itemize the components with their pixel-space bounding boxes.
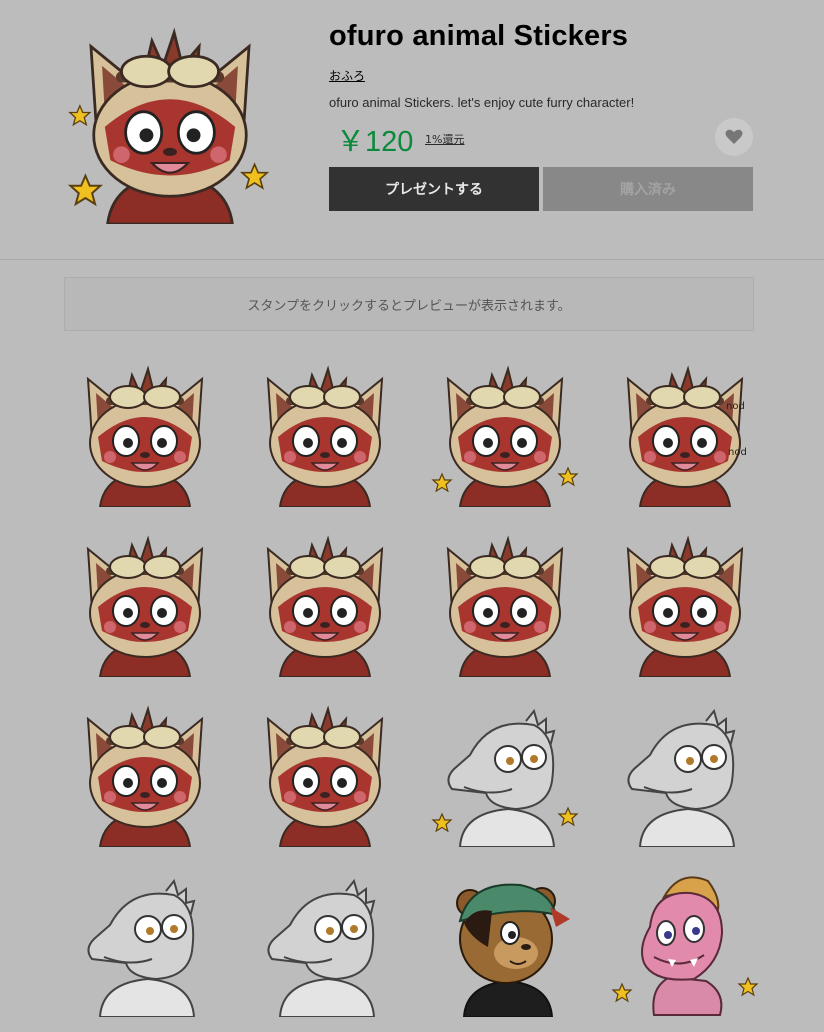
purchased-button: 購入済み bbox=[543, 167, 753, 211]
sticker-item[interactable] bbox=[430, 867, 580, 1017]
preview-hint-bar: スタンプをクリックするとプレビューが表示されます。 bbox=[64, 277, 754, 331]
sticker-item[interactable] bbox=[610, 867, 760, 1017]
sticker-item[interactable] bbox=[430, 357, 580, 507]
sticker-item[interactable] bbox=[250, 867, 400, 1017]
heart-icon bbox=[725, 129, 743, 144]
sticker-item[interactable]: nod nod bbox=[610, 357, 760, 507]
product-description: ofuro animal Stickers. let's enjoy cute … bbox=[329, 95, 635, 110]
author-link[interactable]: おふろ bbox=[329, 67, 365, 84]
price: ￥120 bbox=[336, 126, 414, 158]
sticker-item[interactable] bbox=[610, 697, 760, 847]
present-button[interactable]: プレゼントする bbox=[329, 167, 539, 211]
sticker-item[interactable] bbox=[250, 357, 400, 507]
page-title: ofuro animal Stickers bbox=[329, 20, 629, 52]
sticker-item[interactable] bbox=[610, 527, 760, 677]
sticker-item[interactable] bbox=[250, 527, 400, 677]
sticker-item[interactable] bbox=[430, 697, 580, 847]
main-sticker-image bbox=[66, 16, 274, 224]
sticker-item[interactable] bbox=[250, 697, 400, 847]
favorite-button[interactable] bbox=[715, 118, 753, 156]
product-header: ofuro animal Stickers おふろ ofuro animal S… bbox=[0, 0, 824, 260]
sticker-caption: nod bbox=[728, 447, 747, 458]
sticker-item[interactable] bbox=[70, 357, 220, 507]
sticker-item[interactable] bbox=[70, 527, 220, 677]
refund-link[interactable]: 1%還元 bbox=[425, 131, 464, 147]
sticker-item[interactable] bbox=[70, 697, 220, 847]
sticker-item[interactable] bbox=[430, 527, 580, 677]
sticker-grid: nod nod bbox=[64, 357, 758, 1027]
sticker-caption: nod bbox=[726, 401, 745, 412]
sticker-item[interactable] bbox=[70, 867, 220, 1017]
